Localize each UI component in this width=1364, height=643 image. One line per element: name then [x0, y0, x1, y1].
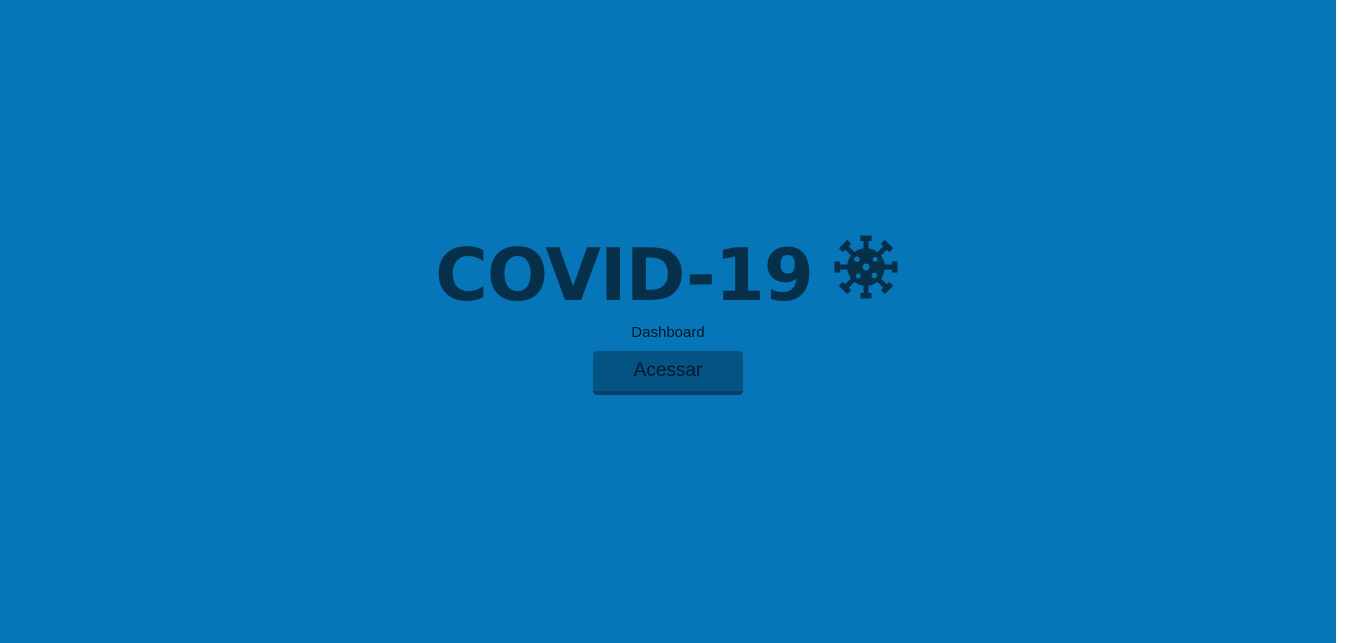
subtitle: Dashboard	[631, 324, 705, 341]
page-title: COVID-19	[435, 233, 814, 317]
scrollbar-gutter	[1336, 0, 1364, 643]
virus-icon	[834, 235, 898, 299]
access-button[interactable]: Acessar	[593, 351, 743, 395]
hero-section: COVID-19 Dashboard Acessar	[0, 228, 1336, 395]
landing-page: COVID-19 Dashboard Acessar	[0, 0, 1336, 643]
title-row: COVID-19	[435, 228, 901, 317]
